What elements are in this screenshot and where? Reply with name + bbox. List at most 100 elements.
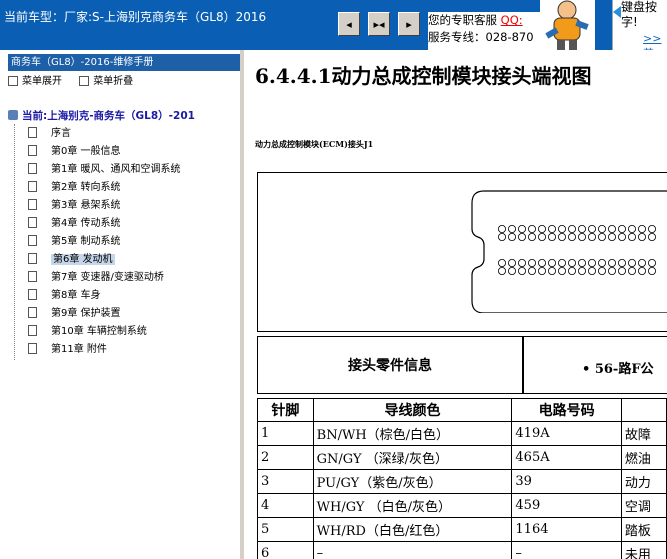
connector-pin <box>647 233 656 242</box>
connector-pin <box>597 267 606 276</box>
tree-item-ch10[interactable]: 第10章 车辆控制系统 <box>28 324 147 340</box>
connector-pin <box>548 259 557 268</box>
table-row: 3 PU/GY（紫色/灰色） 39 动力 <box>257 469 667 494</box>
connector-pin <box>558 259 567 268</box>
connector-pin <box>508 225 517 234</box>
tip-text: 键盘按字! <box>621 0 658 29</box>
tree-item-label: 第2章 转向系统 <box>51 182 121 193</box>
connector-pin <box>578 267 587 276</box>
connector-pin <box>637 259 646 268</box>
connector-pin <box>528 267 537 276</box>
connector-pin <box>497 225 506 234</box>
function-cell: 空调 <box>620 493 667 518</box>
menu-actions: 菜单展开 菜单折叠 <box>8 75 147 89</box>
expand-menu-button[interactable]: 菜单展开 <box>22 76 62 87</box>
section-title: 6.4.4.1动力总成控制模块接头端视图 <box>255 64 592 88</box>
document-icon <box>28 343 37 354</box>
fit-icon: ▸◂ <box>373 17 385 31</box>
document-icon <box>28 253 37 264</box>
tree-item-label: 第11章 附件 <box>51 344 107 355</box>
color-cell: GN/GY （深绿/灰色） <box>312 445 513 470</box>
document-icon <box>28 289 37 300</box>
connector-pin <box>607 225 616 234</box>
color-cell: – <box>312 541 513 559</box>
tree-item-label: 第8章 车身 <box>51 290 101 301</box>
tree-item-ch11[interactable]: 第11章 附件 <box>28 342 107 358</box>
connector-pin <box>538 259 547 268</box>
fit-page-button[interactable]: ▸◂ <box>368 12 390 36</box>
tip-bubble: 键盘按字! >>萘 <box>612 0 667 60</box>
connector-pin <box>647 225 656 234</box>
connector-pin <box>518 225 527 234</box>
connector-pin <box>627 267 636 276</box>
connector-pin <box>528 259 537 268</box>
color-cell: WH/RD（白色/红色） <box>312 517 513 542</box>
tree-item-ch9[interactable]: 第9章 保护装置 <box>28 306 121 322</box>
connector-pin <box>588 233 597 242</box>
manual-title: 商务车（GL8）-2016-维修手册 <box>8 54 243 71</box>
connector-pin <box>497 233 506 242</box>
connector-pin <box>617 267 626 276</box>
tree-item-ch4[interactable]: 第4章 传动系统 <box>28 216 121 232</box>
pin-cell: 4 <box>257 493 314 518</box>
tree-item-label: 第6章 发动机 <box>51 254 115 265</box>
connector-pin <box>518 259 527 268</box>
tree-item-ch3[interactable]: 第3章 悬架系统 <box>28 198 121 214</box>
tree-item-ch2[interactable]: 第2章 转向系统 <box>28 180 121 196</box>
tree-item-ch5[interactable]: 第5章 制动系统 <box>28 234 121 250</box>
connector-pin <box>558 225 567 234</box>
mascot-image <box>540 0 595 50</box>
connector-pin <box>637 267 646 276</box>
prev-page-button[interactable]: ◂ <box>338 12 360 36</box>
color-cell: BN/WH（棕色/白色） <box>312 421 513 446</box>
connector-pin <box>538 233 547 242</box>
connector-pin <box>548 267 557 276</box>
table-row: 6– – 未用 <box>257 541 667 559</box>
connector-pin <box>578 259 587 268</box>
circuit-cell: 465A <box>511 445 622 470</box>
qq-link[interactable]: QQ: <box>501 13 523 27</box>
tree-item-ch8[interactable]: 第8章 车身 <box>28 288 101 304</box>
tree-item-label: 第9章 保护装置 <box>51 308 121 319</box>
connector-pin <box>597 225 606 234</box>
connector-pin <box>548 225 557 234</box>
circuit-cell: 459 <box>511 493 622 518</box>
connector-pin <box>588 225 597 234</box>
connector-pin <box>627 259 636 268</box>
pin-cell: 3 <box>257 469 314 494</box>
tree-item-label: 第4章 传动系统 <box>51 218 121 229</box>
current-car-model: 当前车型：厂家:S-上海别克商务车（GL8）2016 <box>4 10 267 24</box>
document-icon <box>28 217 37 228</box>
collapse-menu-button[interactable]: 菜单折叠 <box>93 76 133 87</box>
connector-pin <box>627 225 636 234</box>
service-info: 您的专职客服 QQ: 服务专线：028-870 <box>428 12 540 50</box>
connector-pin <box>497 259 506 268</box>
tree-item-preface[interactable]: 序言 <box>28 126 71 142</box>
circuit-cell: 39 <box>511 469 622 494</box>
tree-item-ch0[interactable]: 第0章 一般信息 <box>28 144 121 160</box>
tree-item-label: 序言 <box>51 128 71 139</box>
connector-pin <box>627 233 636 242</box>
connector-pin <box>508 233 517 242</box>
tree-root[interactable]: 当前:上海别克-商务车（GL8）-201 <box>8 108 240 123</box>
connector-pin <box>597 259 606 268</box>
connector-pin <box>508 259 517 268</box>
connector-pin <box>647 267 656 276</box>
connector-end-view <box>471 190 667 313</box>
connector-pin <box>538 267 547 276</box>
table-row: 4 WH/GY （白色/灰色） 459 空调 <box>257 493 667 518</box>
connector-pin <box>548 233 557 242</box>
function-cell: 未用 <box>620 541 667 559</box>
connector-pin <box>607 267 616 276</box>
connector-type: • 56-路F公 <box>582 362 654 377</box>
pin-cell: 1 <box>257 421 314 446</box>
connector-pin <box>617 259 626 268</box>
next-page-button[interactable]: ▸ <box>398 12 420 36</box>
document-icon <box>28 145 37 156</box>
tree-item-ch6[interactable]: 第6章 发动机 <box>28 252 115 268</box>
document-icon <box>28 307 37 318</box>
tree-item-ch7[interactable]: 第7章 变速器/变速驱动桥 <box>28 270 164 286</box>
tree-item-ch1[interactable]: 第1章 暖风、通风和空调系统 <box>28 162 181 178</box>
pin-cell: 2 <box>257 445 314 470</box>
col-circuit: 电路号码 <box>511 398 622 422</box>
